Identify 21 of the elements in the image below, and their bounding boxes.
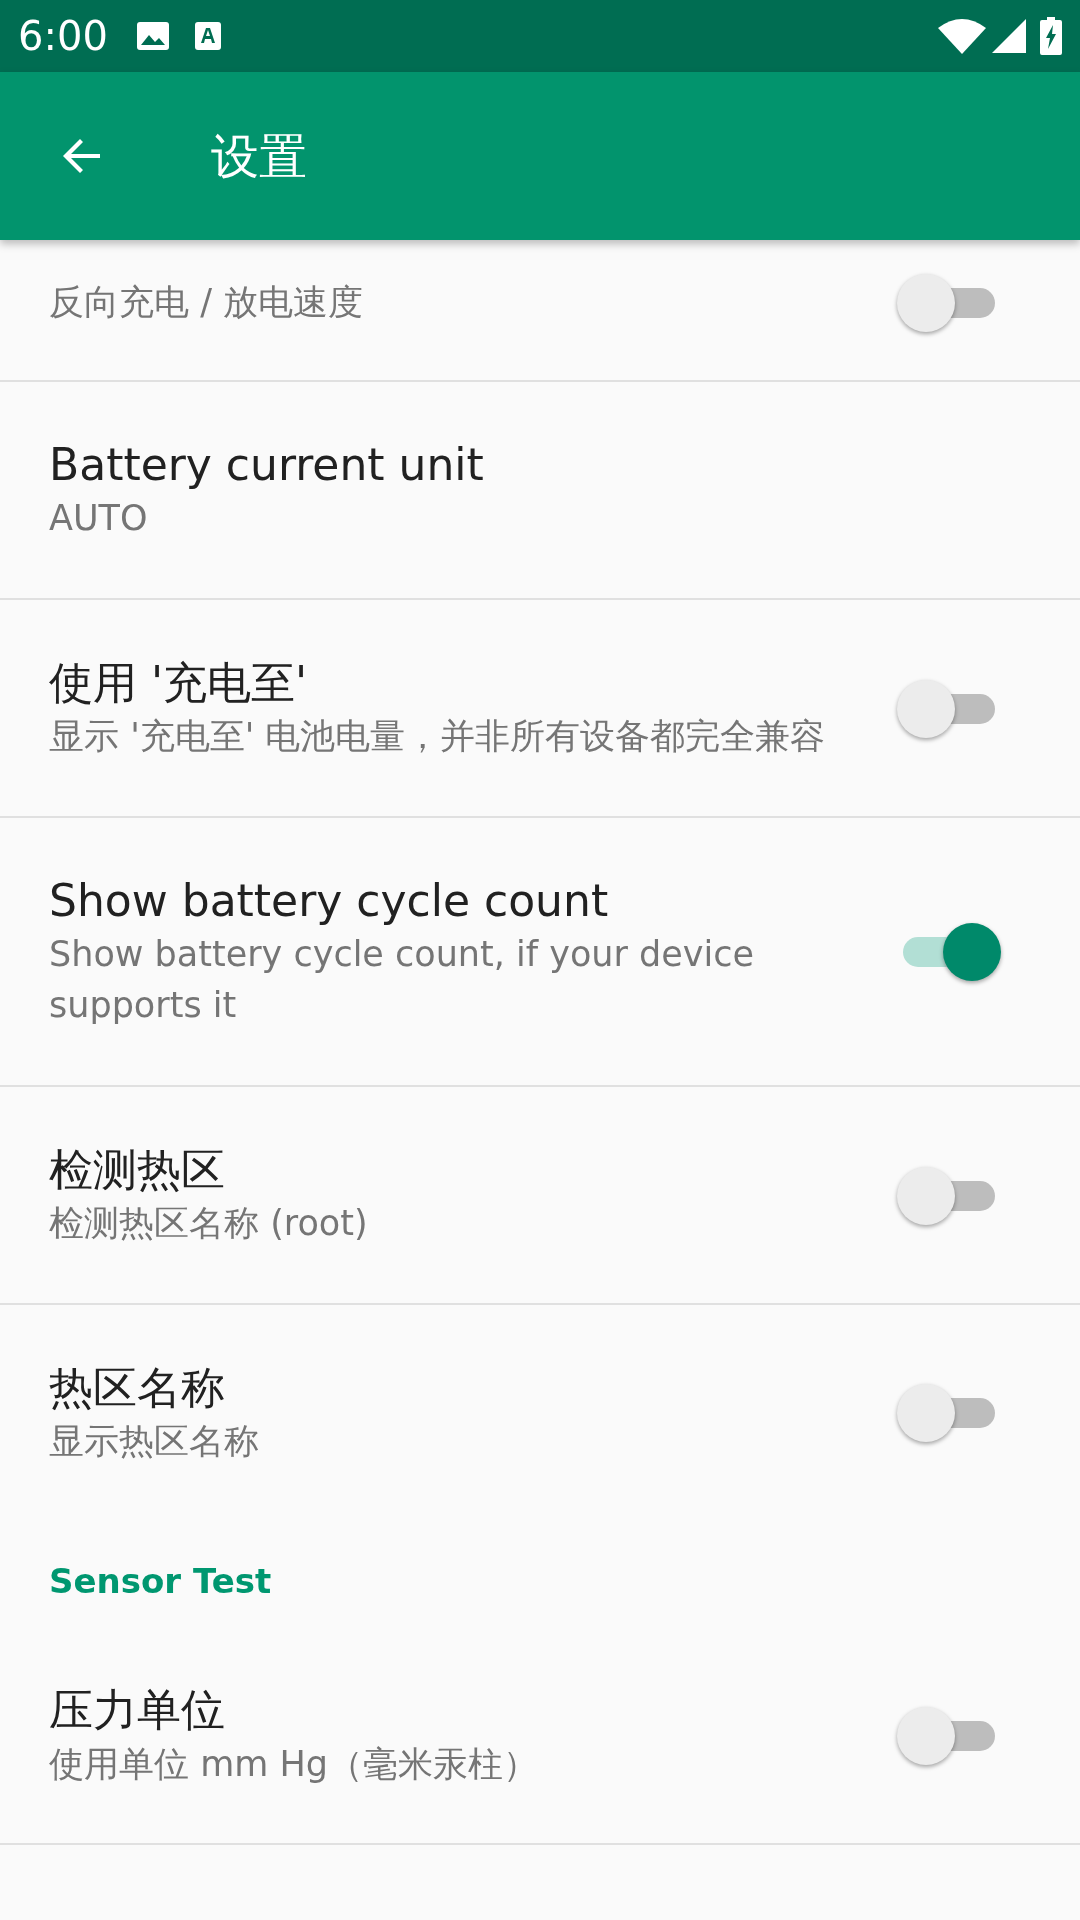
setting-title[interactable]: 热区名称 xyxy=(49,1358,849,1416)
setting-title[interactable]: Show battery cycle count xyxy=(49,871,849,930)
setting-summary: 反向充电 / 放电速度 xyxy=(49,280,365,324)
signal-icon xyxy=(992,19,1026,53)
battery-icon xyxy=(1040,17,1062,55)
setting-title[interactable]: 压力单位 xyxy=(49,1681,849,1739)
setting-summary: Show battery cycle count, if your device supports it xyxy=(49,933,755,1027)
setting-summary: 使用单位 mm Hg（毫米汞柱） xyxy=(49,1742,539,1786)
setting-summary: 显示 '充电至' 电池电量，并非所有设备都完全兼容 xyxy=(49,715,827,759)
font-icon xyxy=(193,21,222,51)
setting-title[interactable]: 使用 '充电至' xyxy=(49,653,849,712)
setting-title[interactable]: Battery current unit xyxy=(49,436,849,494)
setting-summary: 显示热区名称 xyxy=(49,1419,260,1463)
toolbar-title: 设置 xyxy=(211,127,307,186)
category-header: Sensor Test xyxy=(48,1560,273,1604)
status-time: 6:00 xyxy=(18,12,108,61)
setting-summary: AUTO xyxy=(49,497,149,541)
setting-summary: 检测热区名称 (root) xyxy=(49,1201,369,1245)
image-icon xyxy=(135,21,170,51)
setting-title[interactable]: 检测热区 xyxy=(49,1140,849,1198)
wifi-icon xyxy=(938,18,986,54)
